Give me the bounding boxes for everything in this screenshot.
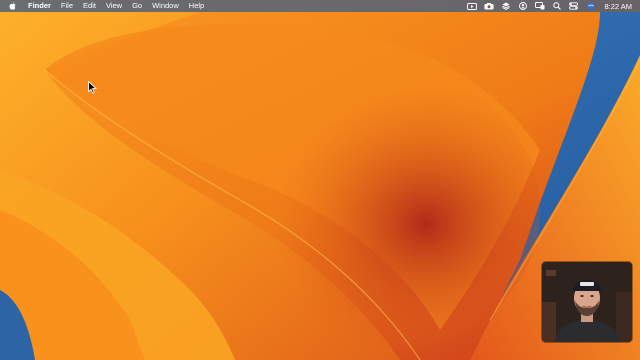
camera-icon[interactable] <box>480 0 497 12</box>
siri-icon[interactable] <box>582 0 599 12</box>
display-icon[interactable] <box>531 0 548 12</box>
mouse-pointer-icon <box>88 80 98 99</box>
screen-record-icon[interactable] <box>463 0 480 12</box>
menu-bar-status: 8:22 AM <box>463 0 640 12</box>
menu-app-finder[interactable]: Finder <box>23 0 56 12</box>
menu-window[interactable]: Window <box>147 0 184 12</box>
control-center-icon[interactable] <box>565 0 582 12</box>
user-circle-icon[interactable] <box>514 0 531 12</box>
menu-help[interactable]: Help <box>184 0 209 12</box>
presenter-video-icon <box>542 262 632 342</box>
search-icon[interactable] <box>548 0 565 12</box>
menu-bar-left: Finder File Edit View Go Window Help <box>0 0 209 12</box>
menu-view[interactable]: View <box>101 0 127 12</box>
menu-bar: Finder File Edit View Go Window Help 8:2… <box>0 0 640 12</box>
menu-edit[interactable]: Edit <box>78 0 101 12</box>
menu-go[interactable]: Go <box>127 0 147 12</box>
apple-icon[interactable] <box>0 0 23 12</box>
menu-file[interactable]: File <box>56 0 78 12</box>
menu-bar-clock[interactable]: 8:22 AM <box>599 2 632 11</box>
layers-icon[interactable] <box>497 0 514 12</box>
